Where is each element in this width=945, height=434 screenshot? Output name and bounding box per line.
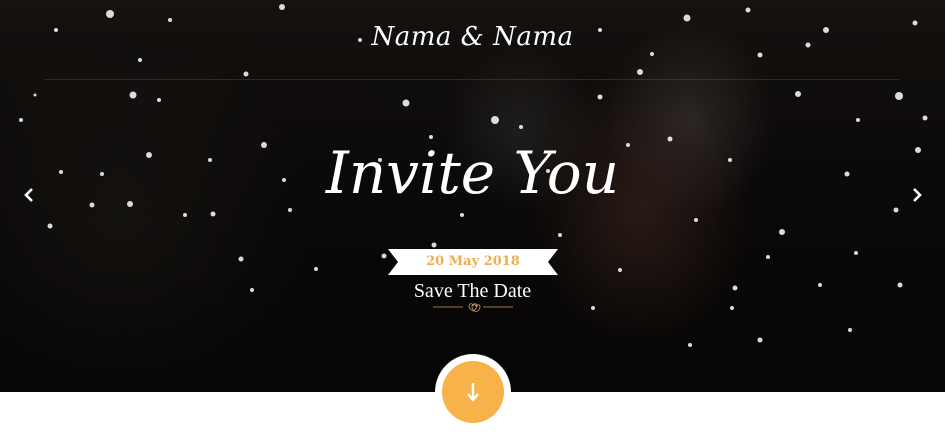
header-divider xyxy=(45,79,900,80)
snow-dot xyxy=(683,14,691,22)
snow-dot xyxy=(238,256,244,262)
snow-dot xyxy=(243,71,249,77)
snow-dot xyxy=(757,52,763,58)
snow-dot xyxy=(688,343,692,347)
snow-dot xyxy=(618,268,622,272)
snow-dot xyxy=(694,218,698,222)
snow-dot xyxy=(491,116,499,124)
snow-dot xyxy=(33,93,37,97)
snow-dot xyxy=(591,306,595,310)
snow-dot xyxy=(650,52,654,56)
snow-dot xyxy=(779,229,785,235)
snow-dot xyxy=(183,213,187,217)
snow-dot xyxy=(19,118,23,122)
save-the-date-caption: Save The Date xyxy=(413,280,532,302)
snow-dot xyxy=(460,213,464,217)
snow-dot xyxy=(757,337,763,343)
snow-dot xyxy=(129,91,137,99)
snow-dot xyxy=(558,233,562,237)
snow-dot xyxy=(279,4,285,10)
hero-headline: Invite You xyxy=(325,139,620,207)
snow-dot xyxy=(895,92,903,100)
snow-dot xyxy=(288,208,292,212)
hero-slider: Nama & Nama Invite You 20 May 2018 Save … xyxy=(0,0,945,392)
snow-dot xyxy=(922,115,928,121)
snow-dot xyxy=(138,58,142,62)
arrow-down-icon xyxy=(467,383,479,402)
snow-dot xyxy=(106,10,114,18)
snow-dot xyxy=(893,207,899,213)
snow-dot xyxy=(381,253,387,259)
snow-dot xyxy=(856,118,860,122)
snow-dot xyxy=(637,69,643,75)
event-date: 20 May 2018 xyxy=(426,254,520,269)
snow-dot xyxy=(795,91,801,97)
snow-dot xyxy=(210,211,216,217)
snow-dot xyxy=(402,99,410,107)
snow-dot xyxy=(314,267,318,271)
snow-dot xyxy=(766,255,770,259)
hearts-icon xyxy=(433,303,513,312)
snow-dot xyxy=(854,251,858,255)
snow-dot xyxy=(848,328,852,332)
snow-dot xyxy=(730,306,734,310)
scroll-down-button[interactable] xyxy=(442,361,504,423)
snow-dot xyxy=(745,7,751,13)
snow-dot xyxy=(597,94,603,100)
date-ribbon: 20 May 2018 xyxy=(388,249,558,275)
snow-dot xyxy=(519,125,523,129)
snow-dot xyxy=(47,223,53,229)
brand-logo[interactable]: Nama & Nama xyxy=(0,22,945,52)
snow-dot xyxy=(157,98,161,102)
snow-dot xyxy=(431,242,437,248)
